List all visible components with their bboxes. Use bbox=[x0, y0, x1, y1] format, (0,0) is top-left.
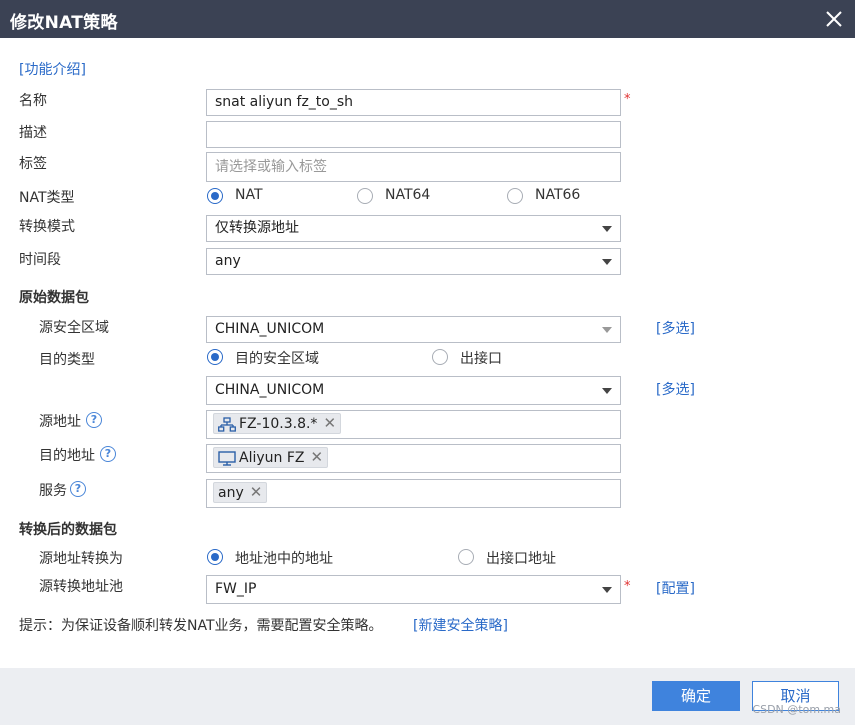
src-zone-multi-select-link[interactable]: [多选] bbox=[656, 318, 695, 338]
dst-zone-select[interactable]: CHINA_UNICOM bbox=[206, 376, 621, 405]
time-range-select[interactable]: any bbox=[206, 248, 621, 275]
service-input[interactable] bbox=[206, 479, 621, 508]
src-address-tag: FZ-10.3.8.* ✕ bbox=[213, 413, 342, 434]
nat-type-option-nat[interactable]: NAT bbox=[235, 187, 263, 203]
dst-type-option-zone[interactable]: 目的安全区域 bbox=[235, 348, 319, 368]
description-input[interactable] bbox=[206, 121, 621, 148]
chevron-down-icon bbox=[602, 259, 612, 265]
name-input[interactable]: snat aliyun fz_to_sh bbox=[206, 89, 621, 116]
network-icon bbox=[218, 416, 236, 432]
src-convert-option-interface[interactable]: 出接口地址 bbox=[486, 548, 556, 568]
tag-label: 标签 bbox=[19, 156, 47, 172]
dst-zone-multi-select-link[interactable]: [多选] bbox=[656, 379, 695, 399]
src-address-label: 源地址 bbox=[39, 414, 81, 430]
ok-button[interactable]: 确定 bbox=[652, 681, 740, 711]
src-zone-value: CHINA_UNICOM bbox=[215, 321, 325, 337]
src-convert-radio-interface[interactable] bbox=[458, 549, 474, 565]
configure-pool-link[interactable]: [配置] bbox=[656, 578, 695, 598]
src-convert-label: 源地址转换为 bbox=[39, 551, 123, 567]
dst-address-tag-label: Aliyun FZ bbox=[239, 450, 305, 466]
chevron-down-icon bbox=[602, 226, 612, 232]
service-tag-label: any bbox=[218, 485, 244, 501]
src-zone-label: 源安全区域 bbox=[39, 320, 109, 336]
time-range-value: any bbox=[215, 253, 241, 269]
chevron-down-icon bbox=[602, 587, 612, 593]
nat-type-radio-nat[interactable] bbox=[207, 188, 223, 204]
src-zone-select[interactable]: CHINA_UNICOM bbox=[206, 316, 621, 343]
address-pool-select[interactable]: FW_IP bbox=[206, 575, 621, 604]
nat-type-option-nat64[interactable]: NAT64 bbox=[385, 187, 430, 203]
src-address-help-icon[interactable]: ? bbox=[86, 412, 102, 428]
new-security-policy-link[interactable]: [新建安全策略] bbox=[413, 615, 508, 635]
dst-address-label: 目的地址 bbox=[39, 448, 95, 464]
original-packet-heading: 原始数据包 bbox=[19, 290, 89, 306]
src-convert-radio-pool[interactable] bbox=[207, 549, 223, 565]
time-range-label: 时间段 bbox=[19, 252, 61, 268]
service-tag: any ✕ bbox=[213, 482, 268, 503]
dst-type-radio-interface[interactable] bbox=[432, 349, 448, 365]
required-mark: * bbox=[624, 92, 631, 107]
nat-type-label: NAT类型 bbox=[19, 190, 75, 206]
dst-address-help-icon[interactable]: ? bbox=[100, 446, 116, 462]
required-mark: * bbox=[624, 579, 631, 594]
nat-type-radio-nat64[interactable] bbox=[357, 188, 373, 204]
computer-icon bbox=[218, 450, 236, 466]
service-label: 服务 bbox=[39, 483, 67, 499]
dst-type-label: 目的类型 bbox=[39, 352, 95, 368]
remove-tag-icon[interactable]: ✕ bbox=[250, 483, 263, 502]
tag-input[interactable]: 请选择或输入标签 bbox=[206, 152, 621, 182]
chevron-down-icon bbox=[602, 327, 612, 333]
src-address-tag-label: FZ-10.3.8.* bbox=[239, 416, 318, 432]
close-icon[interactable] bbox=[823, 8, 845, 30]
feature-intro-link[interactable]: [功能介绍] bbox=[19, 59, 86, 79]
address-pool-label: 源转换地址池 bbox=[39, 579, 123, 595]
address-pool-value: FW_IP bbox=[215, 581, 257, 597]
remove-tag-icon[interactable]: ✕ bbox=[323, 414, 336, 433]
translated-packet-heading: 转换后的数据包 bbox=[19, 522, 117, 538]
dst-type-radio-zone[interactable] bbox=[207, 349, 223, 365]
dialog-title: 修改NAT策略 bbox=[10, 13, 118, 33]
dst-type-option-interface[interactable]: 出接口 bbox=[460, 348, 502, 368]
hint-text: 提示：为保证设备顺利转发NAT业务，需要配置安全策略。 bbox=[19, 618, 383, 634]
watermark: CSDN @tom.ma bbox=[752, 703, 841, 716]
convert-mode-select[interactable]: 仅转换源地址 bbox=[206, 215, 621, 242]
convert-mode-value: 仅转换源地址 bbox=[215, 220, 299, 236]
convert-mode-label: 转换模式 bbox=[19, 219, 75, 235]
chevron-down-icon bbox=[602, 388, 612, 394]
description-label: 描述 bbox=[19, 125, 47, 141]
name-label: 名称 bbox=[19, 93, 47, 109]
dst-zone-value: CHINA_UNICOM bbox=[215, 382, 325, 398]
remove-tag-icon[interactable]: ✕ bbox=[310, 448, 323, 467]
dst-address-tag: Aliyun FZ ✕ bbox=[213, 447, 329, 468]
src-convert-option-pool[interactable]: 地址池中的地址 bbox=[235, 548, 333, 568]
nat-type-radio-nat66[interactable] bbox=[507, 188, 523, 204]
dialog-titlebar: 修改NAT策略 bbox=[0, 0, 855, 38]
nat-type-option-nat66[interactable]: NAT66 bbox=[535, 187, 580, 203]
service-help-icon[interactable]: ? bbox=[70, 481, 86, 497]
